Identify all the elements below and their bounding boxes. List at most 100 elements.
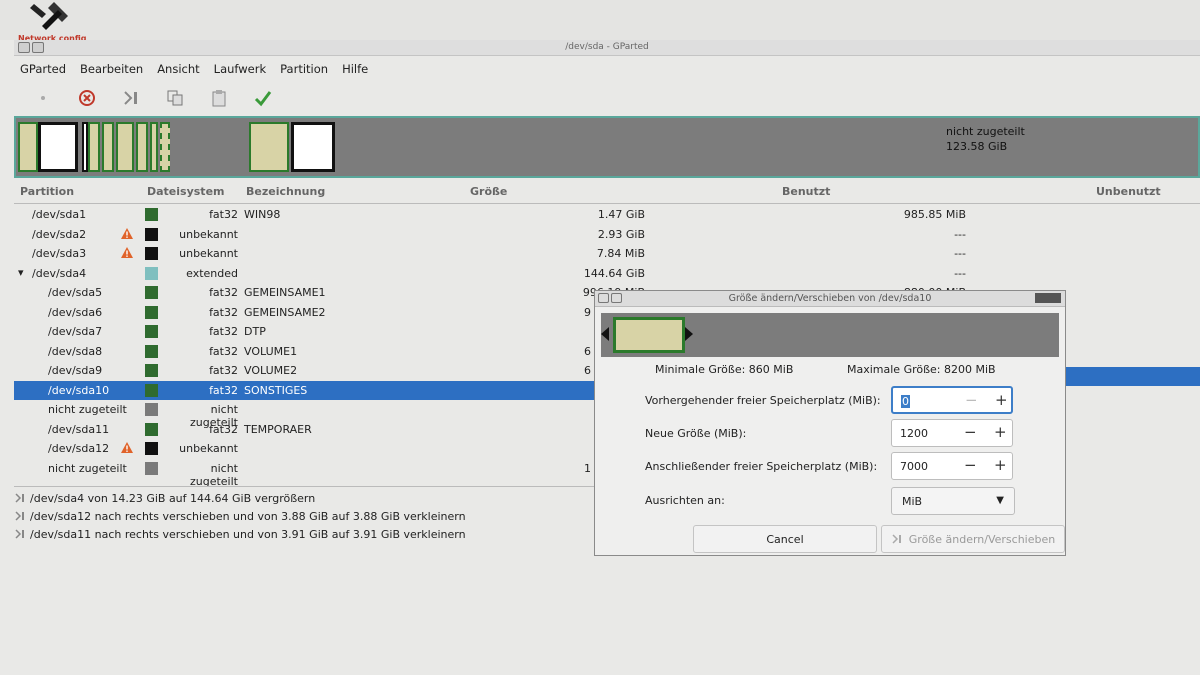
- filesystem-type: fat32: [209, 286, 238, 299]
- minus-icon[interactable]: −: [964, 456, 977, 474]
- filesystem-type: fat32: [209, 208, 238, 221]
- delete-partition-button[interactable]: [76, 87, 98, 109]
- table-row[interactable]: /dev/sda2 unbekannt: [14, 225, 594, 245]
- table-row[interactable]: /dev/sda1 fat32 WIN98: [14, 205, 594, 225]
- col-unused[interactable]: Unbenutzt: [1096, 185, 1161, 198]
- preceding-space-label: Vorhergehender freier Speicherplatz (MiB…: [645, 394, 881, 407]
- diskmap-sda5[interactable]: [88, 122, 100, 172]
- window-titlebar: /dev/sda - GParted: [14, 40, 1200, 56]
- plus-icon[interactable]: +: [994, 456, 1007, 474]
- max-size-label: Maximale Größe: 8200 MiB: [847, 363, 996, 376]
- tools-icon[interactable]: [28, 0, 72, 30]
- col-used[interactable]: Benutzt: [782, 185, 830, 198]
- plus-icon[interactable]: +: [995, 391, 1008, 409]
- new-size-value[interactable]: 1200: [900, 427, 928, 440]
- filesystem-color-swatch: [145, 305, 158, 319]
- partition-label: WIN98: [244, 208, 281, 221]
- cancel-button[interactable]: Cancel: [693, 525, 877, 553]
- diskmap-sda9[interactable]: [150, 122, 158, 172]
- resize-icon: [15, 493, 24, 503]
- filesystem-type: nicht zugeteilt: [189, 461, 238, 488]
- resize-move-apply-button[interactable]: Größe ändern/Verschieben: [881, 525, 1065, 553]
- partition-name: /dev/sda4: [32, 266, 87, 280]
- warning-icon[interactable]: [120, 246, 134, 259]
- resize-move-button[interactable]: [120, 87, 142, 109]
- resize-icon: [15, 529, 24, 539]
- menu-hilfe[interactable]: Hilfe: [342, 62, 368, 76]
- paste-button[interactable]: [208, 87, 230, 109]
- table-row[interactable]: /dev/sda6 fat32 GEMEINSAME2: [14, 303, 594, 323]
- diskmap-sda1[interactable]: [18, 122, 38, 172]
- dialog-window-controls[interactable]: [1035, 293, 1061, 303]
- align-value: MiB: [902, 495, 923, 508]
- partition-label: VOLUME1: [244, 344, 298, 358]
- pending-operation[interactable]: /dev/sda11 nach rechts verschieben und v…: [14, 525, 594, 543]
- partition-table-header: Partition Dateisystem Bezeichnung Größe …: [14, 182, 1200, 204]
- resize-icon: [15, 511, 24, 521]
- copy-button[interactable]: [164, 87, 186, 109]
- new-partition-button[interactable]: [32, 87, 54, 109]
- apply-button[interactable]: [252, 87, 274, 109]
- diskmap-sda11[interactable]: [249, 122, 289, 172]
- table-row[interactable]: /dev/sda9 fat32 VOLUME2: [14, 361, 594, 381]
- pending-operation[interactable]: /dev/sda12 nach rechts verschieben und v…: [14, 507, 594, 525]
- table-row[interactable]: ▾ /dev/sda4 extended: [14, 264, 594, 284]
- partition-name: /dev/sda11: [48, 422, 110, 436]
- following-space-value[interactable]: 7000: [900, 460, 928, 473]
- partition-name: /dev/sda6: [48, 305, 103, 319]
- diskmap-unallocated-label: nicht zugeteilt 123.58 GiB: [946, 125, 1025, 153]
- menu-gparted[interactable]: GParted: [20, 62, 66, 76]
- preceding-space-value[interactable]: 0: [901, 395, 910, 408]
- col-size[interactable]: Größe: [470, 185, 507, 198]
- diskmap-sda8[interactable]: [136, 122, 148, 172]
- partition-name: nicht zugeteilt: [48, 461, 127, 475]
- menu-ansicht[interactable]: Ansicht: [157, 62, 199, 76]
- partition-name: /dev/sda12: [48, 442, 110, 455]
- dialog-partition-block[interactable]: [613, 317, 685, 353]
- dialog-titlebar: Größe ändern/Verschieben von /dev/sda10: [595, 291, 1065, 307]
- col-filesystem[interactable]: Dateisystem: [147, 185, 225, 198]
- chevron-down-icon: ▼: [996, 495, 1004, 506]
- diskmap-sda10[interactable]: [160, 122, 170, 172]
- table-row[interactable]: /dev/sda7 fat32 DTP: [14, 322, 594, 342]
- table-row[interactable]: /dev/sda3 unbekannt: [14, 244, 594, 264]
- dialog-partition-graphic[interactable]: [601, 313, 1059, 357]
- left-handle-icon[interactable]: [601, 327, 609, 341]
- following-space-spin[interactable]: 7000 − +: [891, 452, 1013, 480]
- following-space-label: Anschließender freier Speicherplatz (MiB…: [645, 460, 878, 473]
- col-label[interactable]: Bezeichnung: [246, 185, 325, 198]
- minus-icon[interactable]: −: [964, 423, 977, 441]
- align-select[interactable]: MiB ▼: [891, 487, 1015, 515]
- partition-name: /dev/sda1: [32, 208, 87, 221]
- diskmap-sda2[interactable]: [38, 122, 78, 172]
- expander-icon[interactable]: ▾: [18, 266, 24, 279]
- filesystem-type: extended: [186, 266, 238, 280]
- menu-bearbeiten[interactable]: Bearbeiten: [80, 62, 143, 76]
- diskmap-sda6[interactable]: [102, 122, 114, 172]
- menu-partition[interactable]: Partition: [280, 62, 328, 76]
- warning-icon[interactable]: [120, 227, 134, 240]
- menu-laufwerk[interactable]: Laufwerk: [214, 62, 266, 76]
- table-row[interactable]: nicht zugeteilt nicht zugeteilt: [14, 459, 594, 488]
- table-row[interactable]: /dev/sda5 fat32 GEMEINSAME1: [14, 283, 594, 303]
- paste-icon: [212, 90, 226, 107]
- pending-operation[interactable]: /dev/sda4 von 14.23 GiB auf 144.64 GiB v…: [14, 489, 594, 507]
- warning-icon[interactable]: [120, 441, 134, 454]
- diskmap-sda7[interactable]: [116, 122, 134, 172]
- filesystem-color-swatch: [145, 286, 158, 299]
- partition-name: /dev/sda10: [48, 383, 110, 397]
- preceding-space-spin[interactable]: 0 − +: [891, 386, 1013, 414]
- align-label: Ausrichten an:: [645, 494, 725, 507]
- minus-icon[interactable]: −: [965, 391, 978, 409]
- table-row[interactable]: /dev/sda12 unbekannt: [14, 439, 594, 459]
- table-row[interactable]: /dev/sda11 fat32 TEMPORAER: [14, 420, 594, 440]
- plus-icon[interactable]: +: [994, 423, 1007, 441]
- right-handle-icon[interactable]: [685, 327, 693, 341]
- new-size-spin[interactable]: 1200 − +: [891, 419, 1013, 447]
- pending-operations: /dev/sda4 von 14.23 GiB auf 144.64 GiB v…: [14, 486, 594, 543]
- table-row[interactable]: nicht zugeteilt nicht zugeteilt: [14, 400, 594, 429]
- table-row[interactable]: /dev/sda10 fat32 SONSTIGES: [14, 380, 594, 400]
- diskmap-sda12[interactable]: [291, 122, 335, 172]
- col-partition[interactable]: Partition: [20, 185, 74, 198]
- table-row[interactable]: /dev/sda8 fat32 VOLUME1: [14, 342, 594, 362]
